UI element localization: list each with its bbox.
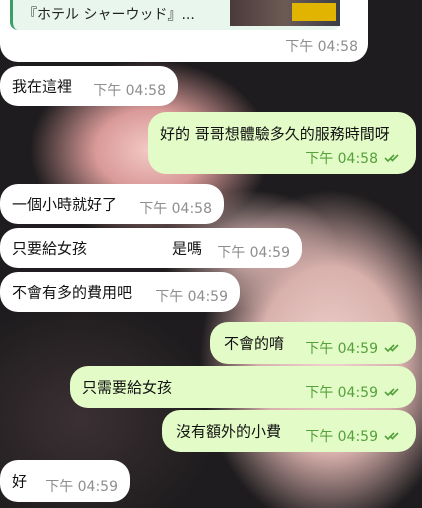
message-time: 下午 04:58 bbox=[139, 201, 212, 217]
quoted-thumbnail-sign bbox=[292, 3, 336, 21]
message-status: 下午 04:59 bbox=[305, 426, 404, 446]
message-status: 下午 04:58 bbox=[305, 148, 404, 168]
message-bubble-incoming[interactable]: 不會有多的費用吧 下午 04:59 bbox=[0, 272, 240, 312]
message-text: 沒有額外的小費 bbox=[176, 422, 282, 441]
message-text: 只要給女孩 bbox=[12, 239, 88, 258]
double-check-icon bbox=[384, 154, 399, 163]
message-status: 下午 04:59 bbox=[305, 382, 404, 402]
message-time: 下午 04:59 bbox=[217, 245, 290, 261]
message-bubble-outgoing[interactable]: 沒有額外的小費 下午 04:59 bbox=[162, 410, 416, 452]
redacted-area bbox=[100, 228, 170, 268]
message-time: 下午 04:59 bbox=[45, 479, 118, 495]
double-check-icon bbox=[384, 344, 399, 353]
message-text: 不會有多的費用吧 bbox=[12, 283, 133, 302]
message-bubble-outgoing[interactable]: 不會的唷 下午 04:59 bbox=[210, 322, 416, 364]
message-bubble-outgoing[interactable]: 只需要給女孩 下午 04:59 bbox=[70, 366, 416, 408]
message-text: 不會的唷 bbox=[224, 334, 285, 353]
message-status: 下午 04:59 bbox=[305, 338, 404, 358]
message-bubble-incoming[interactable]: 我在這裡 下午 04:58 bbox=[0, 66, 178, 106]
message-bubble-incoming[interactable]: 一個小時就好了 下午 04:58 bbox=[0, 184, 224, 224]
redacted-area bbox=[178, 366, 298, 408]
message-bubble-incoming[interactable]: 好 下午 04:59 bbox=[0, 460, 130, 502]
message-bubble-incoming[interactable]: 只要給女孩 是嗎 下午 04:59 bbox=[0, 228, 302, 268]
message-time: 下午 04:58 bbox=[93, 83, 166, 99]
double-check-icon bbox=[384, 388, 399, 397]
message-bubble-quoted[interactable]: 『ホテル シャーウッド』... 下午 04:58 bbox=[0, 0, 368, 62]
message-time: 下午 04:59 bbox=[155, 289, 228, 305]
message-time: 下午 04:58 bbox=[285, 39, 358, 55]
message-text: 一個小時就好了 bbox=[12, 195, 118, 214]
double-check-icon bbox=[384, 432, 399, 441]
message-text: 我在這裡 bbox=[12, 77, 73, 96]
message-text-tail: 是嗎 bbox=[172, 239, 203, 258]
quoted-title: 『ホテル シャーウッド』... bbox=[23, 7, 195, 23]
message-text: 好的 哥哥想體驗多久的服務時間呀 bbox=[160, 125, 390, 143]
message-text: 好 bbox=[12, 472, 28, 491]
message-bubble-outgoing[interactable]: 好的 哥哥想體驗多久的服務時間呀 下午 04:58 bbox=[148, 112, 416, 174]
quoted-thumbnail[interactable] bbox=[230, 0, 340, 26]
message-text: 只需要給女孩 bbox=[82, 378, 173, 397]
